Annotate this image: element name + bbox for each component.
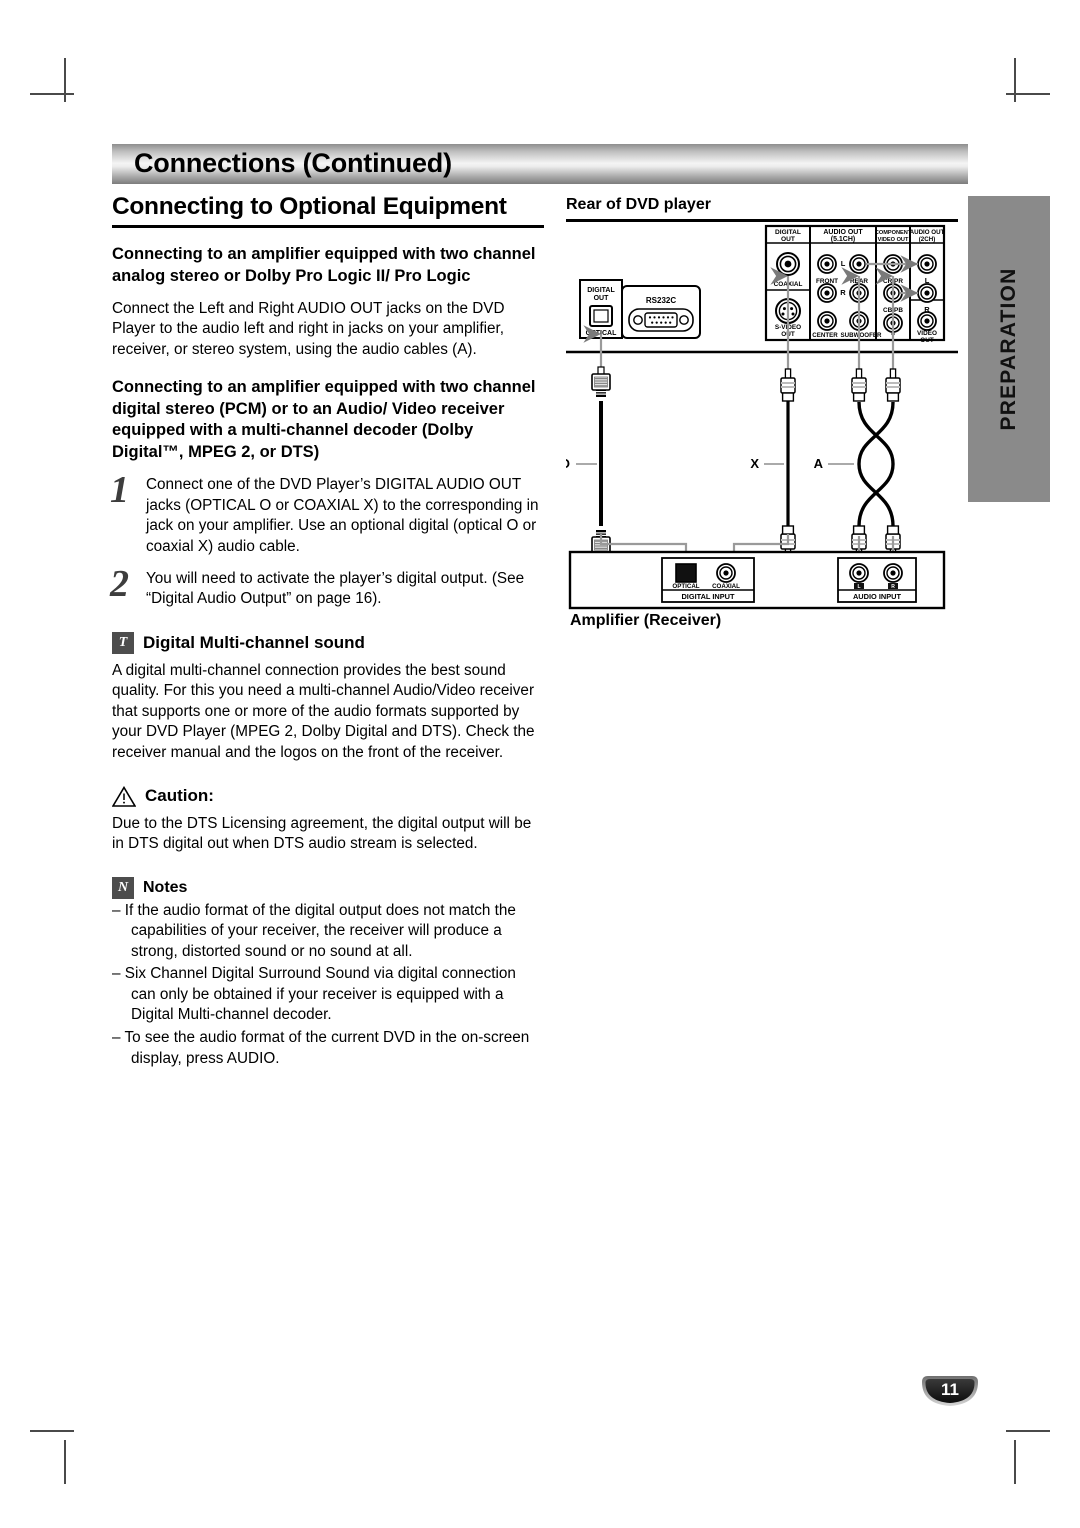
svg-text:RS232C: RS232C bbox=[646, 296, 676, 305]
warning-triangle-icon bbox=[112, 785, 136, 807]
svg-text:COAXIAL: COAXIAL bbox=[712, 583, 740, 590]
subsection-body-analog: Connect the Left and Right AUDIO OUT jac… bbox=[112, 299, 505, 358]
svg-text:L: L bbox=[857, 584, 860, 590]
tip-heading: Digital Multi-channel sound bbox=[143, 632, 365, 652]
section-tab-preparation: PREPARATION bbox=[968, 196, 1050, 502]
cable-optical: O bbox=[566, 366, 611, 561]
caution-heading-row: Caution: bbox=[112, 785, 544, 807]
subsection-heading-digital: Connecting to an amplifier equipped with… bbox=[112, 377, 536, 462]
svg-text:(2CH): (2CH) bbox=[919, 236, 936, 243]
section-tab-label: PREPARATION bbox=[997, 267, 1020, 431]
svg-text:OUT: OUT bbox=[594, 295, 610, 302]
caution-body: Due to the DTS Licensing agreement, the … bbox=[112, 814, 532, 853]
svg-text:VIDEO OUT: VIDEO OUT bbox=[878, 237, 909, 243]
step-text: Connect one of the DVD Player’s DIGITAL … bbox=[146, 476, 539, 555]
svg-text:(5.1CH): (5.1CH) bbox=[831, 236, 856, 243]
rear-left-panel: DIGITAL OUT OPTICAL RS232C bbox=[579, 279, 701, 339]
crop-mark-bottom-left-horizontal bbox=[30, 1430, 74, 1432]
crop-mark-top-left-horizontal bbox=[30, 93, 74, 95]
svg-text:VIDEO: VIDEO bbox=[917, 330, 937, 337]
numbered-step: 2 You will need to activate the player’s… bbox=[110, 565, 544, 610]
note-item: – To see the audio format of the current… bbox=[112, 1029, 530, 1067]
crop-mark-bottom-right-vertical bbox=[1014, 1440, 1016, 1484]
svg-text:L: L bbox=[841, 259, 846, 268]
crop-mark-bottom-right-horizontal bbox=[1006, 1430, 1050, 1432]
cable-label-x: X bbox=[750, 456, 759, 471]
crop-mark-top-right-vertical bbox=[1014, 58, 1016, 102]
step-number: 2 bbox=[110, 562, 129, 605]
svg-text:AUDIO OUT: AUDIO OUT bbox=[823, 229, 863, 236]
page-header-bar: Connections (Continued) bbox=[112, 144, 968, 184]
page-number: 11 bbox=[941, 1380, 959, 1399]
connection-diagram: Rear of DVD player Amplifier (Receiver) bbox=[566, 196, 958, 636]
rear-jack-panel: DIGITAL OUT AUDIO OUT (5.1CH) COMPONENT … bbox=[764, 224, 946, 344]
svg-text:OUT: OUT bbox=[920, 337, 934, 344]
diagram-graphic: DIGITAL OUT OPTICAL RS232C DIGITAL OUT A… bbox=[566, 224, 958, 610]
tip-icon: T bbox=[112, 631, 134, 654]
svg-text:OPTICAL: OPTICAL bbox=[672, 583, 699, 590]
svg-text:R: R bbox=[840, 288, 846, 297]
caution-heading: Caution: bbox=[145, 786, 214, 805]
svg-text:DIGITAL INPUT: DIGITAL INPUT bbox=[681, 592, 735, 601]
section-title-rule bbox=[112, 225, 544, 228]
svg-text:SUBWOOFER: SUBWOOFER bbox=[841, 332, 882, 339]
section-title: Connecting to Optional Equipment bbox=[112, 193, 507, 220]
subsection-heading-analog: Connecting to an amplifier equipped with… bbox=[112, 245, 536, 285]
tip-heading-row: T Digital Multi-channel sound bbox=[112, 631, 544, 654]
manual-page: Connections (Continued) PREPARATION Conn… bbox=[0, 0, 1080, 1528]
notes-heading: Notes bbox=[143, 878, 188, 896]
svg-text:DIGITAL: DIGITAL bbox=[587, 287, 615, 294]
notes-list: – If the audio format of the digital out… bbox=[112, 901, 544, 1070]
notes-icon: N bbox=[112, 876, 134, 899]
cable-stereo-pair: A bbox=[814, 368, 901, 559]
tip-body: A digital multi-channel connection provi… bbox=[112, 661, 535, 761]
crop-mark-bottom-left-vertical bbox=[64, 1440, 66, 1484]
svg-text:DIGITAL: DIGITAL bbox=[775, 229, 801, 236]
content-column: Connecting to Optional Equipment Connect… bbox=[110, 193, 544, 1071]
crop-mark-top-left-vertical bbox=[64, 58, 66, 102]
svg-text:CENTER: CENTER bbox=[812, 332, 838, 339]
amplifier-panel: OPTICAL COAXIAL DIGITAL INPUT L R AUDIO … bbox=[568, 550, 946, 610]
svg-text:R: R bbox=[891, 584, 895, 590]
note-item: – Six Channel Digital Surround Sound via… bbox=[112, 965, 516, 1024]
svg-text:COMPONENT: COMPONENT bbox=[875, 230, 912, 236]
svg-text:AUDIO OUT: AUDIO OUT bbox=[910, 229, 945, 236]
numbered-step: 1 Connect one of the DVD Player’s DIGITA… bbox=[110, 471, 544, 557]
step-text: You will need to activate the player’s d… bbox=[146, 569, 525, 608]
cable-label-a: A bbox=[814, 456, 824, 471]
crop-mark-top-right-horizontal bbox=[1006, 93, 1050, 95]
page-number-badge: 11 bbox=[920, 1374, 980, 1408]
step-number: 1 bbox=[110, 469, 129, 512]
page-header-title: Connections (Continued) bbox=[134, 147, 452, 178]
cable-label-o: O bbox=[566, 456, 570, 471]
svg-text:AUDIO INPUT: AUDIO INPUT bbox=[853, 592, 902, 601]
notes-heading-row: N Notes bbox=[112, 876, 544, 899]
svg-text:OUT: OUT bbox=[781, 236, 795, 243]
cable-coaxial: X bbox=[750, 368, 796, 559]
note-item: – If the audio format of the digital out… bbox=[112, 901, 516, 960]
